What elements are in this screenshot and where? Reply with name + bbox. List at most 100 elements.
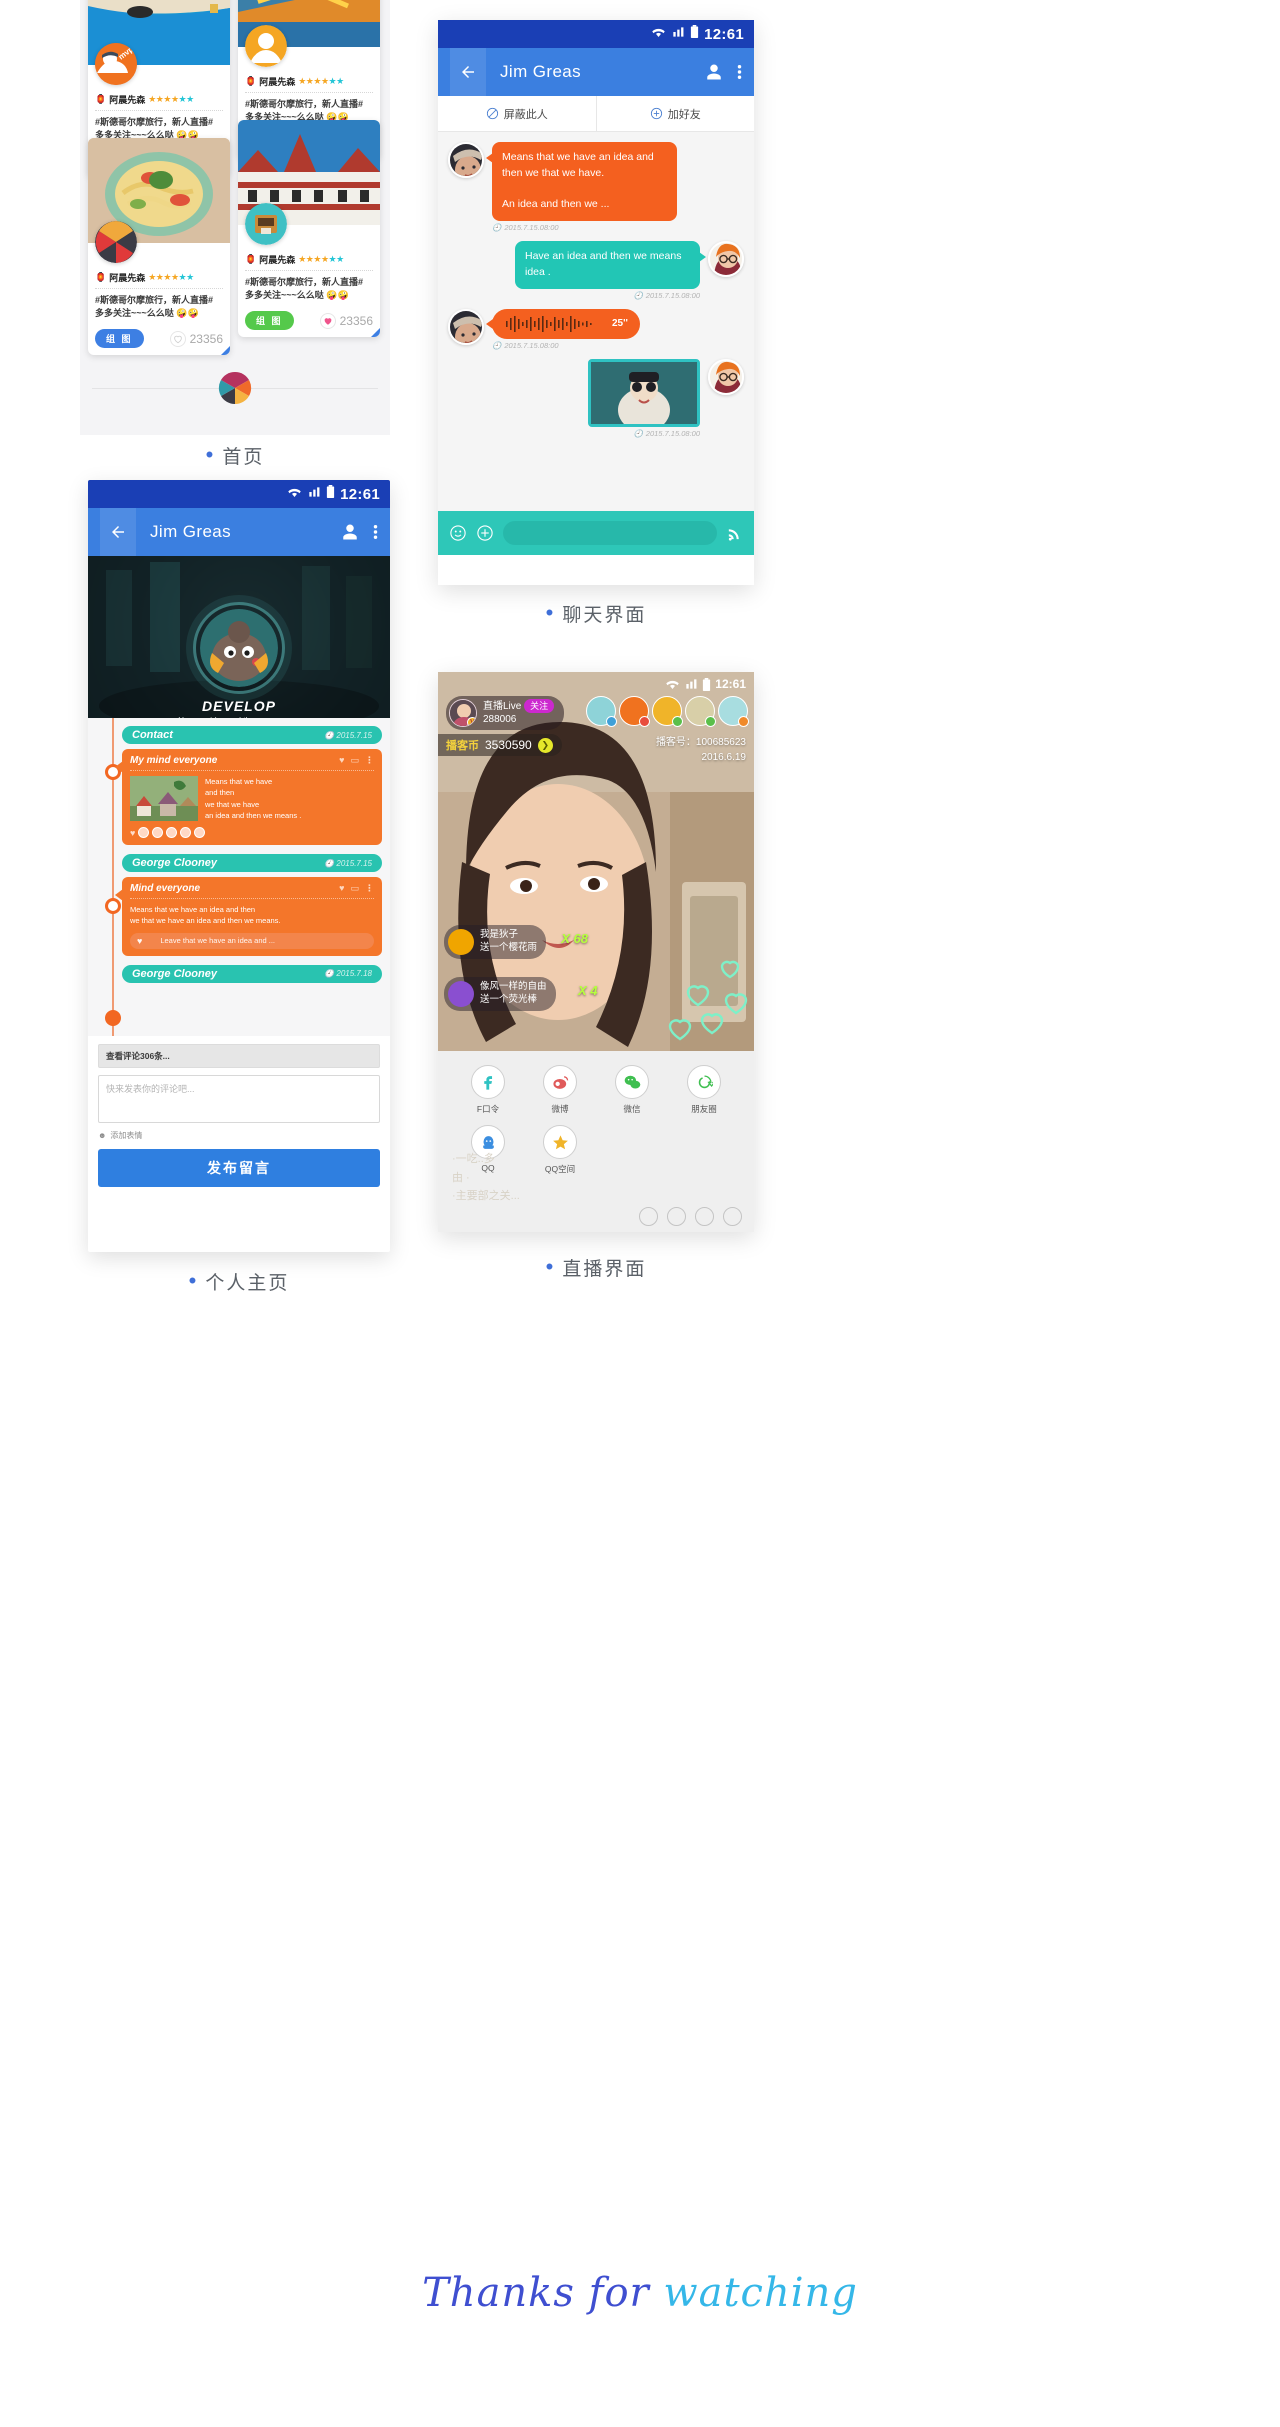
like-counter[interactable]: 23356 <box>319 312 373 329</box>
person-icon[interactable] <box>341 523 359 541</box>
person-icon[interactable] <box>705 63 723 81</box>
lantern-icon: 🏮 <box>245 254 257 264</box>
post-reply[interactable]: ♥ Leave that we have an idea and ... <box>130 932 374 949</box>
timeline-author-bar[interactable]: George Clooney 🕘 2015.7.18 <box>122 964 382 983</box>
share-icon[interactable] <box>667 1207 686 1226</box>
signal-icon[interactable] <box>726 525 743 542</box>
share-option-fkouling[interactable]: F口令 <box>452 1065 524 1115</box>
chat-messages[interactable]: Means that we have an idea and then we t… <box>438 132 754 511</box>
timeline-author-bar[interactable]: Contact 🕘 2015.7.15 <box>122 726 382 744</box>
feed-card-username: 阿晨先森 <box>109 95 146 105</box>
post-actions[interactable]: ♥ ▭ ⋮ <box>339 883 374 894</box>
add-emoji-button[interactable]: ☻ 添加表情 <box>98 1130 380 1141</box>
avatar[interactable] <box>245 203 287 245</box>
timeline-post[interactable]: My mind everyone ♥ ▭ ⋮ Means that we hav… <box>115 749 382 845</box>
more-vertical-icon[interactable] <box>373 523 378 541</box>
back-button[interactable] <box>100 508 136 556</box>
heart-icon[interactable]: ♥ <box>339 755 344 766</box>
more-vertical-icon[interactable]: ⋮ <box>365 755 374 766</box>
liker-avatar[interactable] <box>194 827 206 838</box>
timeline-post[interactable]: Mind everyone ♥ ▭ ⋮ Means that we have a… <box>115 877 382 956</box>
chat-bubble[interactable]: Means that we have an idea and then we t… <box>486 142 677 221</box>
live-viewer-badges[interactable] <box>586 696 749 727</box>
view-all-comments-button[interactable]: 查看评论306条... <box>98 1044 380 1068</box>
avatar[interactable]: mvp <box>95 43 137 85</box>
liker-avatar[interactable] <box>166 827 178 838</box>
viewer-badge[interactable] <box>685 696 716 727</box>
chat-bubble[interactable]: Have an idea and then we means idea . <box>515 241 706 289</box>
more-vertical-icon[interactable] <box>737 63 742 81</box>
chat-image-bubble[interactable] <box>588 358 700 432</box>
viewer-badge[interactable] <box>619 696 650 727</box>
gift-user: 我是狄子 <box>480 929 519 941</box>
divider <box>245 92 373 93</box>
comment-icon[interactable]: ▭ <box>350 883 359 894</box>
timeline-author-bar[interactable]: George Clooney 🕘 2015.7.15 <box>122 854 382 872</box>
back-button[interactable] <box>450 48 486 96</box>
profile-cover: DEVELOP Have an idea and then we means. … <box>88 556 390 718</box>
viewer-badge[interactable] <box>652 696 683 727</box>
chevron-right-icon[interactable]: ❯ <box>537 737 553 753</box>
comment-icon[interactable]: ▭ <box>350 755 359 766</box>
submit-comment-button[interactable]: 发布留言 <box>98 1149 380 1187</box>
share-option-qzone[interactable]: QQ空间 <box>524 1125 596 1175</box>
tab-block-user[interactable]: 屏蔽此人 <box>438 96 596 131</box>
avatar[interactable] <box>95 221 137 263</box>
like-count: 23356 <box>339 313 373 328</box>
back-arrow-icon <box>462 66 474 78</box>
share-option-moments[interactable]: 朋友圈 <box>668 1065 740 1115</box>
share-option-weibo[interactable]: 微博 <box>524 1065 596 1115</box>
verified-badge-icon: V <box>467 717 476 726</box>
timeline-post-title: My mind everyone <box>130 755 218 766</box>
feed-card[interactable]: 🏮 阿晨先森 ★★★★★★ #斯德哥尔摩旅行，新人直播# 多多关注~~~么么哒 … <box>88 138 230 356</box>
feed-card[interactable]: 🏮 阿晨先森 ★★★★★★ #斯德哥尔摩旅行，新人直播# 多多关注~~~么么哒 … <box>238 120 380 338</box>
live-broadcaster-id: 播客号：100685623 2016.6.19 <box>656 736 746 765</box>
broadcast-date: 2016.6.19 <box>701 751 747 763</box>
share-option-wechat[interactable]: 微信 <box>596 1065 668 1115</box>
signal-icon <box>671 25 685 43</box>
chat-text-input[interactable] <box>503 521 717 545</box>
avatar[interactable] <box>245 25 287 67</box>
moments-icon <box>687 1065 721 1099</box>
post-thumbnail[interactable] <box>130 776 198 821</box>
tab-add-friend[interactable]: 加好友 <box>595 96 755 131</box>
live-room-chip[interactable]: V 直播Live 关注 288006 <box>446 696 565 730</box>
emoji-icon[interactable] <box>449 524 467 542</box>
avatar[interactable]: V <box>449 699 477 727</box>
post-likers[interactable]: ♥ <box>130 827 374 838</box>
live-video[interactable]: 12:61 V 直播Live 关注 288006 播客币 3530590 ❯ 播… <box>438 672 754 1051</box>
follow-button[interactable]: 关注 <box>524 699 555 714</box>
heart-icon[interactable]: ♥ <box>339 883 344 894</box>
liker-avatar[interactable] <box>138 827 150 838</box>
chat-icon[interactable] <box>639 1207 658 1226</box>
feed-screen: mvp 🏮 阿晨先森 ★★★★★★ #斯德哥尔摩旅行，新人直播# 多多关注~~~… <box>80 0 390 435</box>
plus-circle-icon <box>650 107 662 120</box>
feed-card-body: 🏮 阿晨先森 ★★★★★★ #斯德哥尔摩旅行，新人直播# 多多关注~~~么么哒 … <box>238 203 380 338</box>
chat-voice-bubble[interactable]: 25'' <box>486 308 640 339</box>
feed-card-action-button[interactable]: 组 图 <box>95 329 144 349</box>
thanks-text-part2: watching <box>663 2270 858 2316</box>
live-gift-item: 像风一样的自由 送一个荧光棒 X 4 <box>444 977 598 1011</box>
like-counter[interactable]: 23356 <box>169 330 223 347</box>
feed-card-action-button[interactable]: 组 图 <box>245 311 294 331</box>
plus-circle-icon[interactable] <box>476 524 494 542</box>
close-icon[interactable] <box>723 1207 742 1226</box>
viewer-badge[interactable] <box>718 696 749 727</box>
avatar[interactable] <box>708 358 744 395</box>
viewer-badge[interactable] <box>586 696 617 727</box>
liker-avatar[interactable] <box>180 827 192 838</box>
comment-input[interactable]: 快来发表你的评论吧... <box>98 1075 380 1123</box>
gift-icon[interactable] <box>695 1207 714 1226</box>
timeline-date: 🕘 2015.7.18 <box>324 969 372 978</box>
avatar[interactable] <box>448 142 484 178</box>
signal-icon <box>686 679 697 689</box>
more-vertical-icon[interactable]: ⋮ <box>365 883 374 894</box>
profile-timeline: Contact 🕘 2015.7.15 My mind everyone ♥ ▭… <box>88 718 390 1036</box>
avatar[interactable] <box>708 241 744 277</box>
liker-avatar[interactable] <box>152 827 164 838</box>
post-actions[interactable]: ♥ ▭ ⋮ <box>339 755 374 766</box>
avatar[interactable] <box>448 308 484 345</box>
avatar[interactable] <box>200 609 278 687</box>
live-coin-bar[interactable]: 播客币 3530590 ❯ <box>438 734 562 756</box>
live-bottom-bar[interactable] <box>438 1207 754 1226</box>
